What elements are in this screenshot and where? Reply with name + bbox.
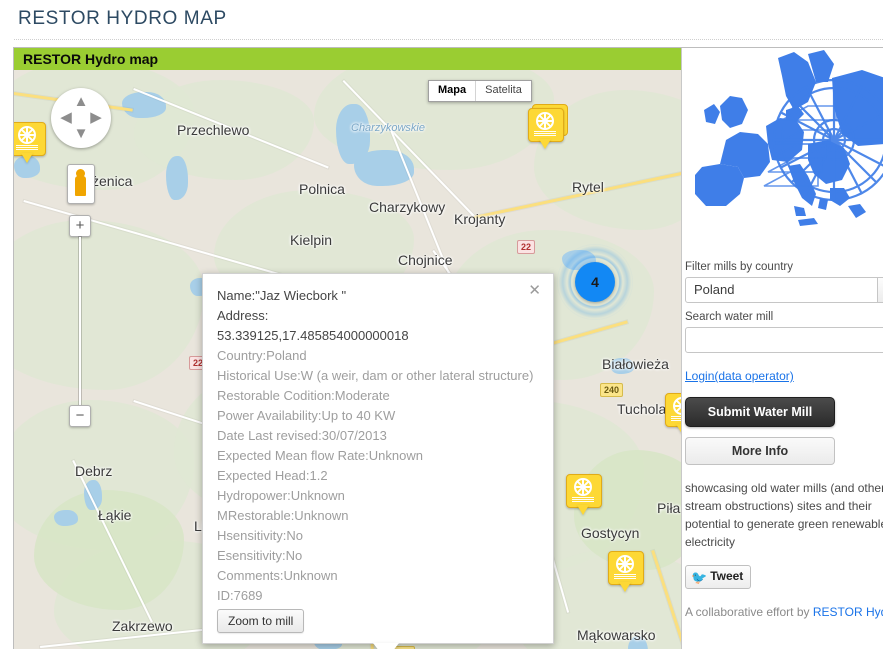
map-canvas[interactable]: Przechlewo Charzykowskie żenica Rytel Polnic…	[14, 70, 681, 649]
pan-down-icon[interactable]: ▼	[73, 126, 89, 141]
road-shield: 22	[517, 240, 536, 254]
pan-right-icon[interactable]: ▶	[88, 110, 104, 125]
mill-info-row: Hsensitivity:No	[217, 528, 303, 543]
map-type-map[interactable]: Mapa	[429, 81, 477, 101]
mill-info-row: ID:7689	[217, 588, 263, 603]
mill-info-row: Date Last revised:30/07/2013	[217, 428, 387, 443]
cluster-count: 4	[575, 262, 615, 302]
mill-info-row: Restorable Codition:Moderate	[217, 388, 390, 403]
pan-up-icon[interactable]: ▲	[73, 94, 89, 109]
sidebar-credit: A collaborative effort by RESTOR Hydro	[685, 605, 883, 619]
map-label: Tuchola	[617, 401, 667, 417]
map-banner-title: RESTOR Hydro map	[14, 48, 681, 70]
filter-country-select[interactable]: Poland	[685, 277, 883, 303]
filter-country-value: Poland	[694, 282, 735, 297]
map-type-control[interactable]: Mapa Satelita	[428, 80, 532, 102]
mill-marker[interactable]	[528, 104, 568, 152]
mill-info-row: Expected Mean flow Rate:Unknown	[217, 448, 423, 463]
mill-info-row: Power Availability:Up to 40 KW	[217, 408, 396, 423]
street-view-pegman-icon[interactable]	[67, 164, 95, 204]
mill-marker[interactable]	[14, 122, 46, 166]
sidebar-description: showcasing old water mills (and other st…	[685, 481, 883, 549]
page-header: RESTOR HYDRO MAP	[0, 0, 883, 44]
mill-info-row: Hydropower:Unknown	[217, 488, 345, 503]
map-panel: RESTOR Hydro map Przechlewo Charzykowski…	[14, 48, 681, 649]
zoom-out-button[interactable]: −	[69, 405, 91, 427]
restor-hydro-app: RESTOR Hydro map Przechlewo Charzykowski…	[13, 47, 883, 649]
sidebar-panel: Filter mills by country Poland Search wa…	[681, 48, 883, 649]
zoom-to-mill-button[interactable]: Zoom to mill	[217, 609, 305, 633]
login-data-operator-link[interactable]: Login(data operator)	[685, 369, 883, 383]
close-icon[interactable]: ✕	[528, 283, 541, 298]
more-info-button[interactable]: More Info	[685, 437, 835, 465]
filter-country-label: Filter mills by country	[685, 261, 793, 273]
mill-info-row: 53.339125,17.485854000000018	[217, 328, 409, 343]
mill-info-row: Comments:Unknown	[217, 568, 338, 583]
mill-info-window: ✕ Name:"Jaz Wiecbork " Address: 53.339125,…	[202, 273, 554, 644]
mill-info-rows: Name:"Jaz Wiecbork " Address: 53.339125,17…	[217, 286, 539, 606]
mill-info-row: Country:Poland	[217, 348, 307, 363]
mill-info-row: Historical Use:W (a weir, dam or other l…	[217, 368, 534, 383]
mill-marker[interactable]	[566, 474, 602, 518]
header-divider	[14, 39, 883, 40]
restor-hydro-link[interactable]: RESTOR Hydro	[813, 605, 883, 619]
mill-marker[interactable]	[608, 551, 644, 595]
mill-info-row: Address:	[217, 308, 269, 323]
mill-info-row: MRestorable:Unknown	[217, 508, 349, 523]
search-water-mill-label: Search water mill	[685, 311, 774, 323]
search-water-mill-input[interactable]	[685, 327, 883, 353]
pan-control[interactable]: ▲ ▼ ◀ ▶	[51, 88, 111, 148]
restor-hydro-europe-logo-icon	[682, 48, 883, 253]
pan-left-icon[interactable]: ◀	[58, 110, 74, 125]
page-title: RESTOR HYDRO MAP	[18, 8, 227, 29]
mill-marker[interactable]	[665, 393, 681, 437]
submit-water-mill-button[interactable]: Submit Water Mill	[685, 397, 835, 427]
twitter-bird-icon: 🐦	[691, 570, 708, 585]
zoom-control[interactable]: + −	[69, 215, 91, 427]
marker-cluster[interactable]: 4	[557, 244, 633, 320]
mill-info-row: Name:"Jaz Wiecbork "	[217, 288, 347, 303]
chevron-down-icon[interactable]	[877, 278, 883, 302]
road-shield: 240	[600, 383, 624, 397]
mill-info-row: Expected Head:1.2	[217, 468, 328, 483]
zoom-slider-track[interactable]	[79, 237, 81, 405]
zoom-in-button[interactable]: +	[69, 215, 91, 237]
map-type-satellite[interactable]: Satelita	[476, 81, 531, 101]
credit-prefix: A collaborative effort by	[685, 605, 813, 619]
mill-info-row: Esensitivity:No	[217, 548, 303, 563]
tweet-button[interactable]: 🐦 Tweet	[685, 565, 752, 589]
tweet-label: Tweet	[710, 569, 744, 583]
